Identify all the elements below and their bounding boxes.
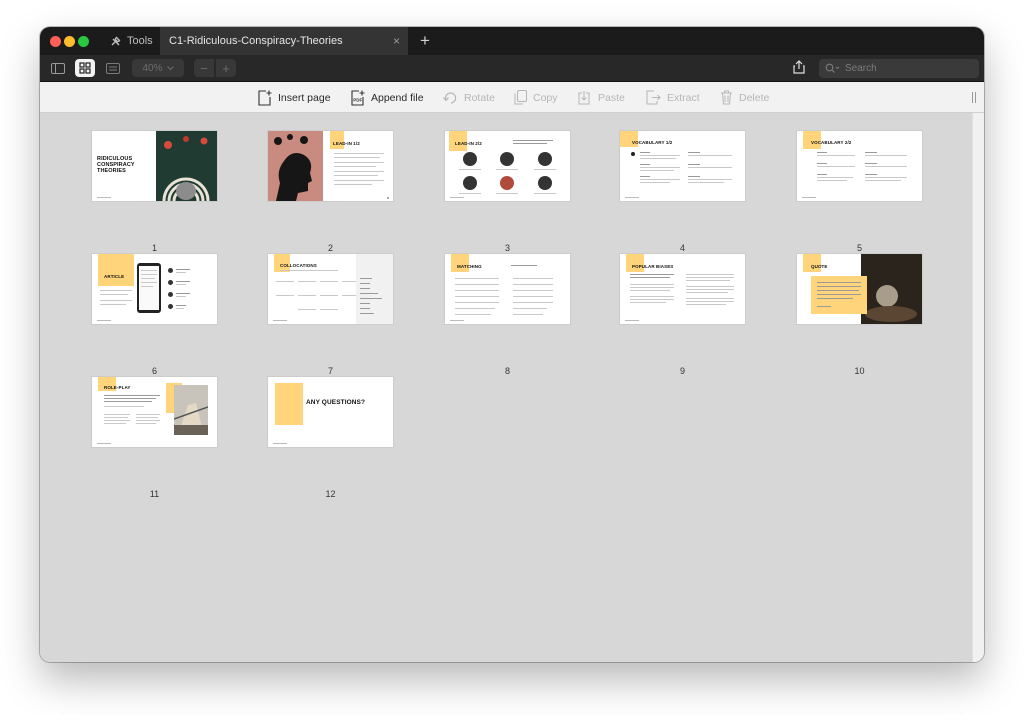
chevron-down-icon: [166, 65, 174, 70]
paste-icon: [578, 91, 590, 105]
append-file-label: Append file: [371, 91, 424, 104]
toolbar: 40% − +: [40, 55, 984, 82]
grid-view-icon: [79, 62, 91, 74]
page-title: LEAD-IN 1/2: [333, 141, 360, 146]
page-title: QUOTE: [811, 264, 828, 269]
append-file-icon: PDF: [351, 89, 365, 106]
grid-view-button[interactable]: [75, 59, 95, 77]
page-number: 12: [325, 489, 336, 499]
share-icon: [793, 60, 805, 74]
insert-page-button[interactable]: Insert page: [258, 82, 331, 113]
page-thumbnail[interactable]: LEAD-IN 1/2: [268, 131, 393, 201]
action-bar: Insert page PDF Append file Rotate Copy …: [40, 82, 984, 113]
sidebar-toggle-button[interactable]: [48, 59, 68, 77]
page-number: 9: [679, 366, 685, 376]
svg-text:PDF: PDF: [353, 97, 362, 102]
page-title: COLLOCATIONS: [280, 263, 317, 268]
tab-document[interactable]: C1-Ridiculous-Conspiracy-Theories ×: [160, 27, 408, 55]
zoom-window-button[interactable]: [78, 36, 89, 47]
rotate-icon: [443, 91, 457, 104]
roleplay-illustration: [174, 385, 208, 435]
page-number: 10: [854, 366, 865, 376]
page-number: 7: [327, 366, 333, 376]
zoom-out-button[interactable]: −: [194, 59, 214, 77]
page-number: 3: [504, 243, 510, 253]
close-window-button[interactable]: [50, 36, 61, 47]
page-title: ROLE-PLAY: [104, 385, 131, 390]
copy-label: Copy: [533, 91, 558, 104]
tab-tools-label: Tools: [127, 35, 153, 47]
quote-illustration: [861, 254, 922, 324]
page-thumbnail[interactable]: ARTICLE: [92, 254, 217, 324]
close-tab-icon[interactable]: ×: [393, 34, 400, 48]
delete-label: Delete: [739, 91, 770, 104]
page-number: 4: [679, 243, 685, 253]
collapse-handle[interactable]: [972, 92, 976, 103]
paste-label: Paste: [598, 91, 625, 104]
cover-illustration: [156, 131, 217, 201]
delete-button[interactable]: Delete: [720, 82, 769, 113]
app-window: Tools C1-Ridiculous-Conspiracy-Theories …: [40, 27, 984, 662]
tab-document-title: C1-Ridiculous-Conspiracy-Theories: [169, 35, 343, 47]
insert-page-label: Insert page: [278, 91, 331, 104]
sidebar-icon: [51, 62, 65, 74]
single-page-view-button[interactable]: [103, 59, 123, 77]
page-grid: RIDICULOUS CONSPIRACY THEORIES 1 LEAD-IN…: [40, 113, 984, 662]
page-number: 11: [149, 489, 160, 499]
vertical-scrollbar[interactable]: [972, 113, 984, 662]
page-number: 8: [504, 366, 510, 376]
page-number: 2: [327, 243, 333, 253]
paste-button[interactable]: Paste: [578, 82, 625, 113]
page-thumbnail[interactable]: POPULAR BIASES: [620, 254, 745, 324]
page-thumbnail[interactable]: MATCHING: [445, 254, 570, 324]
page-title: VOCABULARY 2/2: [811, 140, 852, 145]
new-tab-button[interactable]: +: [420, 31, 430, 51]
page-number: 1: [151, 243, 157, 253]
search-input[interactable]: [845, 63, 965, 74]
page-thumbnail[interactable]: QUOTE: [797, 254, 922, 324]
tools-icon: [110, 35, 122, 47]
extract-button[interactable]: Extract: [646, 82, 700, 113]
insert-page-icon: [258, 89, 272, 106]
page-title: ANY QUESTIONS?: [306, 399, 366, 406]
extract-icon: [646, 90, 661, 105]
page-title-line: THEORIES: [97, 168, 126, 174]
page-thumbnail[interactable]: VOCABULARY 1/2: [620, 131, 745, 201]
search-field[interactable]: [819, 59, 979, 78]
page-title: LEAD-IN 2/2: [455, 141, 482, 146]
page-title: VOCABULARY 1/2: [632, 140, 673, 145]
page-thumbnail[interactable]: COLLOCATIONS: [268, 254, 393, 324]
extract-label: Extract: [667, 91, 700, 104]
zoom-value: 40%: [142, 62, 163, 74]
rotate-button[interactable]: Rotate: [443, 82, 495, 113]
single-page-icon: [106, 62, 120, 74]
minimize-window-button[interactable]: [64, 36, 75, 47]
delete-icon: [721, 90, 732, 105]
page-thumbnail[interactable]: LEAD-IN 2/2: [445, 131, 570, 201]
page-thumbnail[interactable]: ANY QUESTIONS?: [268, 377, 393, 447]
page-thumbnail[interactable]: VOCABULARY 2/2: [797, 131, 922, 201]
page-thumbnail[interactable]: ROLE-PLAY: [92, 377, 217, 447]
tab-bar: Tools C1-Ridiculous-Conspiracy-Theories …: [40, 27, 984, 55]
page-number: 5: [856, 243, 862, 253]
zoom-select[interactable]: 40%: [132, 59, 184, 77]
page-title: MATCHING: [457, 264, 482, 269]
page-thumbnail[interactable]: RIDICULOUS CONSPIRACY THEORIES: [92, 131, 217, 201]
tab-tools[interactable]: Tools: [110, 27, 153, 55]
copy-button[interactable]: Copy: [514, 82, 558, 113]
zoom-in-button[interactable]: +: [216, 59, 236, 77]
share-button[interactable]: [793, 60, 805, 79]
silhouette-illustration: [268, 131, 323, 201]
rotate-label: Rotate: [464, 91, 495, 104]
page-title: ARTICLE: [104, 274, 125, 279]
copy-icon: [514, 90, 527, 105]
append-file-button[interactable]: PDF Append file: [350, 82, 424, 113]
search-icon: [825, 63, 840, 73]
page-number: 6: [151, 366, 157, 376]
page-title: POPULAR BIASES: [632, 264, 674, 269]
